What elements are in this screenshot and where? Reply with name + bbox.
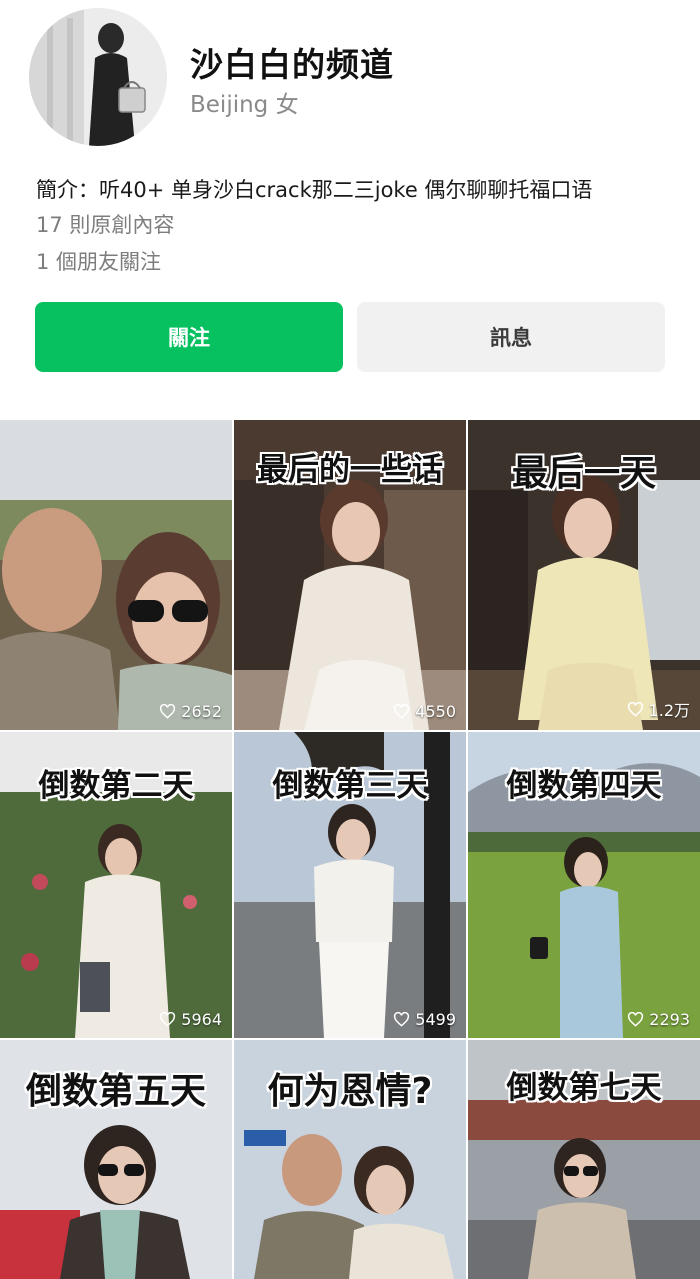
heart-icon [160, 1012, 176, 1027]
follow-button[interactable]: 關注 [35, 302, 343, 372]
channel-name: 沙白白的频道 [190, 45, 394, 84]
video-tile[interactable]: 最后一天 1.2万 [468, 420, 700, 730]
video-tile[interactable]: 倒数第五天 [0, 1040, 232, 1279]
video-tile[interactable]: 倒数第七天 [468, 1040, 700, 1279]
avatar[interactable] [29, 8, 167, 146]
like-count-value: 1.2万 [648, 701, 690, 720]
like-count: 5964 [159, 1010, 222, 1029]
video-tile[interactable]: 何为恩情? [234, 1040, 466, 1279]
video-caption: 倒数第三天 [272, 768, 428, 804]
heart-icon [160, 704, 176, 719]
video-tile[interactable]: 倒数第二天 5964 [0, 732, 232, 1038]
heart-icon [628, 1012, 644, 1027]
like-count: 2293 [627, 1010, 690, 1029]
message-button[interactable]: 訊息 [357, 302, 665, 372]
video-caption: 倒数第五天 [25, 1071, 206, 1112]
video-caption: 最后的一些话 [257, 452, 443, 488]
video-tile[interactable]: 倒数第四天 2293 [468, 732, 700, 1038]
video-caption: 倒数第四天 [506, 768, 662, 804]
video-tile[interactable]: 倒数第三天 5499 [234, 732, 466, 1038]
channel-page: 沙白白的频道 Beijing 女 簡介：听40+ 单身沙白crack那二三jok… [0, 0, 700, 1279]
avatar-photo [29, 8, 167, 146]
video-tile[interactable]: 2652 [0, 420, 232, 730]
video-thumbnail [0, 420, 232, 730]
video-caption: 倒数第二天 [38, 768, 194, 804]
like-count-value: 2652 [181, 702, 222, 721]
heart-icon [394, 1012, 410, 1027]
video-caption: 倒数第七天 [506, 1070, 662, 1106]
like-count-value: 5499 [415, 1010, 456, 1029]
video-caption: 最后一天 [511, 453, 656, 494]
like-count: 5499 [393, 1010, 456, 1029]
heart-icon [627, 701, 643, 717]
like-count-value: 5964 [181, 1010, 222, 1029]
like-count: 1.2万 [627, 697, 690, 721]
profile-bio: 簡介：听40+ 单身沙白crack那二三joke 偶尔聊聊托福口语 [36, 178, 593, 202]
like-count: 4550 [393, 702, 456, 721]
like-count-value: 2293 [649, 1010, 690, 1029]
friends-following-count[interactable]: 1 個朋友關注 [36, 246, 161, 276]
heart-icon [394, 704, 410, 719]
video-grid: 2652 最后的一些话 4550 最后一天 1.2万 倒数第二天 5964 倒数… [0, 420, 700, 1279]
like-count: 2652 [159, 702, 222, 721]
like-count-value: 4550 [415, 702, 456, 721]
video-caption: 何为恩情? [267, 1071, 433, 1112]
video-tile[interactable]: 最后的一些话 4550 [234, 420, 466, 730]
location-gender: Beijing 女 [190, 92, 299, 118]
original-content-count: 17 則原創內容 [36, 213, 175, 237]
